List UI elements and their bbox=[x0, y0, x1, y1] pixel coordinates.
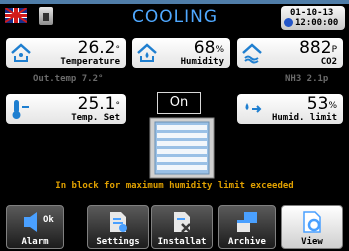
house-co2-icon bbox=[242, 43, 262, 64]
humidity-limit-label: Humid. limit bbox=[271, 113, 337, 123]
house-temperature-icon bbox=[11, 43, 31, 62]
nav-archive-button[interactable]: Archive bbox=[218, 205, 276, 249]
co2-value: 882 bbox=[299, 38, 332, 58]
nav-installation-label: Installat bbox=[157, 237, 207, 247]
date-text: 01-10-13 bbox=[290, 8, 334, 18]
installation-document-icon bbox=[174, 212, 191, 233]
co2-label: CO2 bbox=[320, 57, 337, 67]
mode-title: COOLING bbox=[131, 7, 218, 27]
house-humidity-icon bbox=[137, 43, 157, 62]
cooling-unit-icon bbox=[149, 117, 215, 179]
date-time-display[interactable]: 01-10-13 12:00:00 bbox=[281, 6, 345, 30]
outside-temperature-text: Out.temp 7.2° bbox=[33, 74, 104, 84]
temp-set-label: Temp. Set bbox=[71, 113, 120, 123]
thermometer-icon bbox=[12, 100, 29, 119]
humidity-unit: % bbox=[215, 45, 224, 55]
temp-set-unit: ° bbox=[115, 101, 121, 111]
temperature-unit: ° bbox=[115, 45, 121, 55]
co2-unit: P bbox=[331, 45, 337, 55]
nh3-text: NH3 2.1p bbox=[285, 74, 329, 84]
warning-message: In block for maximum humidity limit exce… bbox=[55, 181, 294, 191]
alarm-ok-badge: Ok bbox=[43, 215, 54, 225]
nav-alarm-button[interactable]: Ok Alarm bbox=[6, 205, 64, 249]
temperature-tile[interactable]: 26.2° Temperature bbox=[6, 38, 126, 68]
bottom-navigation: Ok Alarm Settings Installat Archive View bbox=[0, 203, 349, 251]
time-text: 12:00:00 bbox=[295, 18, 339, 28]
humidity-limit-value: 53 bbox=[306, 94, 329, 114]
nav-alarm-label: Alarm bbox=[21, 237, 49, 247]
nav-view-button[interactable]: View bbox=[281, 205, 343, 249]
nav-archive-label: Archive bbox=[228, 237, 266, 247]
display-screen: COOLING 01-10-13 12:00:00 26.2° Temperat… bbox=[0, 4, 349, 251]
humidity-limit-icon bbox=[245, 103, 262, 113]
temp-set-value: 25.1 bbox=[77, 94, 116, 114]
view-document-icon bbox=[303, 211, 321, 233]
nav-view-label: View bbox=[301, 237, 323, 247]
temperature-label: Temperature bbox=[60, 57, 120, 67]
archive-windows-icon bbox=[237, 212, 257, 232]
usb-drive-icon[interactable] bbox=[39, 7, 53, 25]
settings-document-icon bbox=[110, 212, 127, 232]
humidity-limit-unit: % bbox=[328, 101, 337, 111]
nav-settings-button[interactable]: Settings bbox=[87, 205, 149, 249]
humidity-limit-tile[interactable]: 53% Humid. limit bbox=[237, 94, 343, 124]
nav-settings-label: Settings bbox=[96, 237, 140, 247]
temp-set-tile[interactable]: 25.1° Temp. Set bbox=[6, 94, 126, 124]
clock-icon bbox=[284, 18, 293, 27]
on-status-indicator[interactable]: On bbox=[157, 92, 201, 114]
temperature-value: 26.2 bbox=[77, 38, 116, 58]
uk-flag-icon[interactable] bbox=[5, 8, 27, 23]
humidity-value: 68 bbox=[193, 38, 216, 58]
top-bar: COOLING 01-10-13 12:00:00 bbox=[0, 4, 349, 30]
nav-installation-button[interactable]: Installat bbox=[151, 205, 213, 249]
humidity-tile[interactable]: 68% Humidity bbox=[132, 38, 230, 68]
co2-tile[interactable]: 882P CO2 bbox=[237, 38, 343, 68]
humidity-label: Humidity bbox=[180, 57, 224, 67]
device-frame: COOLING 01-10-13 12:00:00 26.2° Temperat… bbox=[0, 0, 349, 251]
